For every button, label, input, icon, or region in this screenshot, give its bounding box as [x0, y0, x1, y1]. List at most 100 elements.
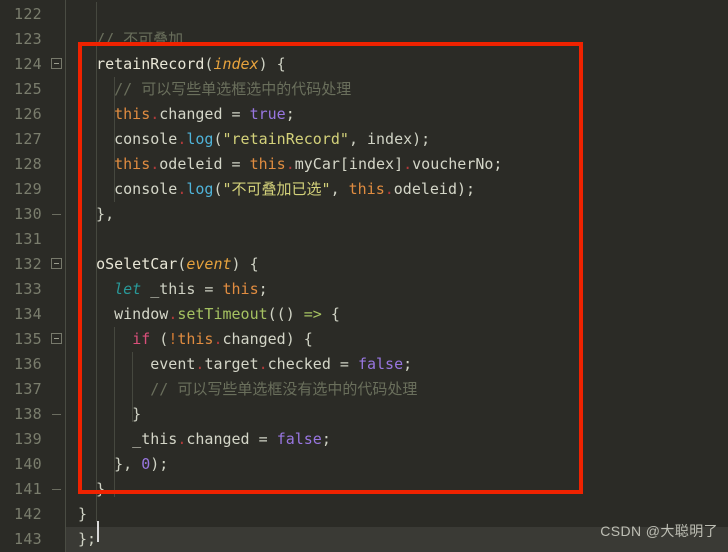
- code-token: true: [249, 105, 286, 123]
- gutter-row: 139: [0, 427, 66, 452]
- code-line[interactable]: event.target.checked = false;: [66, 352, 728, 377]
- code-token: .: [384, 180, 394, 198]
- gutter-row: 129: [0, 177, 66, 202]
- code-token: this: [249, 155, 286, 173]
- code-line[interactable]: let _this = this;: [66, 277, 728, 302]
- code-token: ;: [321, 430, 331, 448]
- code-token: // 不可叠加: [96, 30, 184, 48]
- gutter-row: 132: [0, 252, 66, 277]
- code-token: }: [78, 480, 106, 498]
- code-line[interactable]: this.odeleid = this.myCar[index].voucher…: [66, 152, 728, 177]
- line-number: 128: [14, 155, 42, 173]
- csdn-watermark: CSDN @大聪明了: [600, 523, 718, 539]
- code-token: },: [78, 455, 142, 473]
- code-line[interactable]: }, 0);: [66, 452, 728, 477]
- fold-toggle-icon[interactable]: [51, 258, 62, 269]
- line-number: 130: [14, 205, 42, 223]
- code-content-area[interactable]: // 不可叠加 retainRecord(index) { // 可以写些单选框…: [66, 0, 728, 552]
- code-token: _this: [78, 430, 178, 448]
- line-number: 143: [14, 530, 42, 548]
- code-token: =: [249, 430, 277, 448]
- fold-toggle-icon[interactable]: [51, 58, 62, 69]
- code-line[interactable]: window.setTimeout(() => {: [66, 302, 728, 327]
- gutter-row: 142: [0, 502, 66, 527]
- code-token: .: [403, 155, 413, 173]
- code-line[interactable]: retainRecord(index) {: [66, 52, 728, 77]
- code-line[interactable]: // 不可叠加: [66, 27, 728, 52]
- line-number: 134: [14, 305, 42, 323]
- code-token: log: [186, 130, 214, 148]
- code-line[interactable]: this.changed = true;: [66, 102, 728, 127]
- line-number: 135: [14, 330, 42, 348]
- line-number: 140: [14, 455, 42, 473]
- code-token: (: [213, 180, 223, 198]
- code-line[interactable]: oSeletCar(event) {: [66, 252, 728, 277]
- line-number: 141: [14, 480, 42, 498]
- code-token: // 可以写些单选框没有选中的代码处理: [150, 380, 418, 398]
- line-number: 136: [14, 355, 42, 373]
- code-token: odeleid: [159, 155, 223, 173]
- code-token: =>: [303, 305, 322, 323]
- indent-guide: [114, 327, 115, 497]
- code-token: "不可叠加已选": [222, 180, 331, 198]
- code-line[interactable]: if (!this.changed) {: [66, 327, 728, 352]
- gutter-row: 126: [0, 102, 66, 127]
- line-number: 133: [14, 280, 42, 298]
- code-line[interactable]: _this.changed = false;: [66, 427, 728, 452]
- code-token: this: [114, 105, 151, 123]
- gutter-row: 137: [0, 377, 66, 402]
- gutter-row: 130: [0, 202, 66, 227]
- code-token: .: [150, 105, 160, 123]
- code-token: false: [276, 430, 322, 448]
- code-token: target: [204, 355, 259, 373]
- code-line[interactable]: // 可以写些单选框没有选中的代码处理: [66, 377, 728, 402]
- line-number: 125: [14, 80, 42, 98]
- gutter-row: 141: [0, 477, 66, 502]
- fold-toggle-icon[interactable]: [51, 333, 62, 344]
- code-token: retainRecord: [96, 55, 205, 73]
- code-token: this: [348, 180, 385, 198]
- indent-guide: [132, 352, 133, 422]
- code-token: changed: [222, 330, 286, 348]
- code-line[interactable]: [66, 227, 728, 252]
- gutter-row: 125: [0, 77, 66, 102]
- gutter-row: 135: [0, 327, 66, 352]
- code-token: event: [186, 255, 232, 273]
- gutter-row: 143: [0, 527, 66, 552]
- code-token: _this =: [141, 280, 223, 298]
- gutter-row: 136: [0, 352, 66, 377]
- code-token: .: [285, 155, 295, 173]
- code-token: .: [213, 330, 223, 348]
- code-token: // 可以写些单选框选中的代码处理: [114, 80, 352, 98]
- code-token: changed: [159, 105, 223, 123]
- code-token: ) {: [231, 255, 259, 273]
- code-line[interactable]: }: [66, 477, 728, 502]
- code-line[interactable]: }: [66, 402, 728, 427]
- code-token: 0: [141, 455, 151, 473]
- code-token: ) {: [258, 55, 286, 73]
- code-line[interactable]: // 可以写些单选框选中的代码处理: [66, 77, 728, 102]
- code-line[interactable]: [66, 2, 728, 27]
- code-editor-screenshot: 122 123 124 125 126 127 128 129 130 131 132 133 134 1…: [0, 0, 728, 552]
- code-token: .: [258, 355, 268, 373]
- fold-end-marker-icon: [52, 414, 61, 415]
- gutter-row: 134: [0, 302, 66, 327]
- code-token: {: [321, 305, 340, 323]
- code-line[interactable]: console.log("retainRecord", index);: [66, 127, 728, 152]
- line-number: 138: [14, 405, 42, 423]
- indent-guide: [96, 2, 97, 522]
- indent-guide: [114, 77, 115, 202]
- fold-end-marker-icon: [52, 214, 61, 215]
- code-token: odeleid);: [393, 180, 476, 198]
- code-token: console: [114, 130, 178, 148]
- code-token: let: [114, 280, 142, 298]
- line-number: 139: [14, 430, 42, 448]
- code-token: );: [150, 455, 169, 473]
- code-line[interactable]: console.log("不可叠加已选", this.odeleid);: [66, 177, 728, 202]
- code-token: .: [168, 305, 178, 323]
- code-line[interactable]: },: [66, 202, 728, 227]
